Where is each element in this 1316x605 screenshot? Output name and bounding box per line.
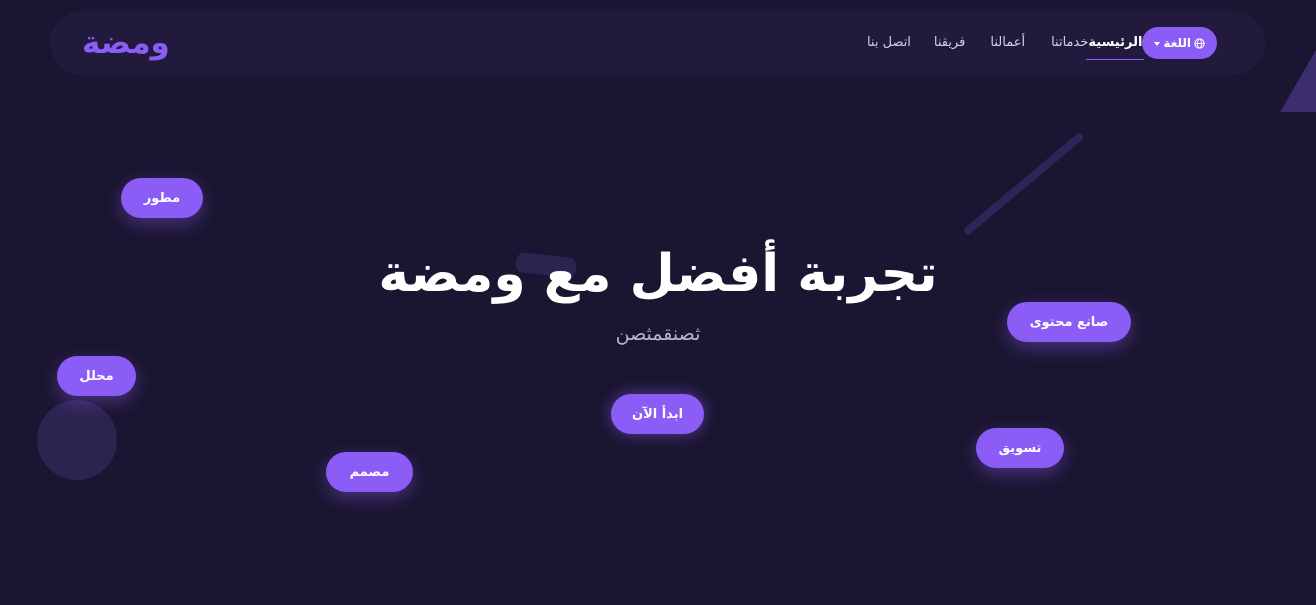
- tag-marketing: تسويق: [976, 428, 1064, 468]
- page: ومضة اللغة اتصل بنا فريقنا أعمالنا خدمات…: [0, 0, 1316, 605]
- globe-icon: [1194, 37, 1205, 49]
- chevron-down-icon: [1154, 41, 1161, 46]
- logo[interactable]: ومضة: [82, 21, 170, 65]
- nav-menu: اللغة اتصل بنا فريقنا أعمالنا خدماتنا ال…: [840, 27, 1217, 60]
- decorative-circle: [37, 400, 117, 480]
- tag-content-creator: صانع محتوى: [1007, 302, 1131, 342]
- nav-item-team[interactable]: فريقنا: [934, 27, 965, 59]
- decorative-triangle: [1280, 50, 1316, 112]
- nav-item-home[interactable]: الرئيسية: [1086, 27, 1145, 60]
- navbar: ومضة اللغة اتصل بنا فريقنا أعمالنا خدمات…: [50, 11, 1265, 75]
- tag-designer: مصمم: [326, 452, 413, 492]
- nav-item-works[interactable]: أعمالنا: [990, 27, 1025, 59]
- nav-item-services[interactable]: خدماتنا: [1051, 27, 1088, 59]
- language-button[interactable]: اللغة: [1142, 27, 1217, 59]
- tag-analyst: محلل: [57, 356, 136, 396]
- nav-item-contact[interactable]: اتصل بنا: [867, 27, 911, 59]
- hero-title: تجربة أفضل مع ومضة: [378, 244, 938, 304]
- tag-developer: مطور: [121, 178, 203, 218]
- language-button-label: اللغة: [1163, 36, 1191, 50]
- start-now-button[interactable]: ابدأ الآن: [611, 394, 704, 434]
- decorative-line: [962, 131, 1085, 237]
